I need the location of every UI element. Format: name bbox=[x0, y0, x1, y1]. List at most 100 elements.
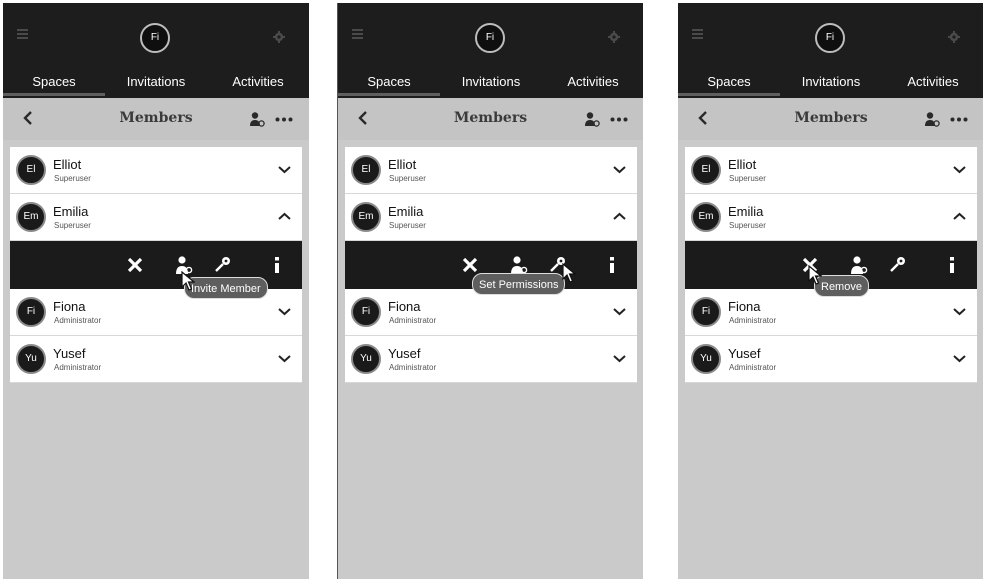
more-icon[interactable] bbox=[610, 117, 628, 122]
member-avatar: Fi bbox=[16, 297, 46, 327]
chevron-up-icon[interactable] bbox=[278, 212, 291, 221]
member-role: Administrator bbox=[54, 363, 102, 372]
member-avatar: Fi bbox=[351, 297, 381, 327]
user-avatar[interactable]: Fi bbox=[815, 23, 845, 53]
tooltip: Set Permissions bbox=[472, 273, 566, 295]
member-avatar: Fi bbox=[691, 297, 721, 327]
member-row[interactable]: Em Emilia Superuser bbox=[345, 194, 637, 241]
chevron-down-icon[interactable] bbox=[953, 354, 966, 363]
member-avatar: El bbox=[16, 155, 46, 185]
more-icon[interactable] bbox=[275, 117, 293, 122]
top-bar: Fi bbox=[678, 3, 983, 69]
tab-activities[interactable]: Activities bbox=[207, 74, 309, 96]
member-avatar: Yu bbox=[351, 344, 381, 374]
cursor-icon bbox=[808, 265, 822, 285]
member-role: Administrator bbox=[729, 316, 777, 325]
member-name: Fiona bbox=[388, 299, 421, 314]
member-name: Yusef bbox=[388, 346, 421, 361]
active-tab-indicator bbox=[3, 93, 105, 96]
top-bar: Fi bbox=[3, 3, 309, 69]
member-row[interactable]: Em Emilia Superuser bbox=[10, 194, 302, 241]
member-role: Administrator bbox=[389, 316, 437, 325]
user-icon[interactable] bbox=[509, 255, 529, 275]
members-header: Members bbox=[3, 98, 309, 140]
phone-screen: Fi Spaces Invitations Activities Members… bbox=[678, 3, 983, 579]
member-row[interactable]: Yu Yusef Administrator bbox=[345, 336, 637, 383]
member-name: Elliot bbox=[728, 157, 757, 172]
chevron-down-icon[interactable] bbox=[278, 354, 291, 363]
chevron-down-icon[interactable] bbox=[613, 165, 626, 174]
phone-screen: Fi Spaces Invitations Activities Members… bbox=[337, 3, 643, 579]
user-avatar[interactable]: Fi bbox=[475, 23, 505, 53]
tab-invitations[interactable]: Invitations bbox=[105, 74, 207, 96]
key-icon[interactable] bbox=[213, 255, 233, 275]
member-list: El Elliot Superuser Em Emilia Superuser bbox=[685, 147, 977, 383]
more-icon[interactable] bbox=[950, 117, 968, 122]
member-name: Fiona bbox=[53, 299, 86, 314]
member-avatar: El bbox=[691, 155, 721, 185]
member-avatar: El bbox=[351, 155, 381, 185]
menu-icon[interactable] bbox=[692, 29, 703, 40]
chevron-up-icon[interactable] bbox=[953, 212, 966, 221]
member-row[interactable]: Em Emilia Superuser bbox=[685, 194, 977, 241]
member-name: Elliot bbox=[388, 157, 417, 172]
member-avatar: Yu bbox=[16, 344, 46, 374]
member-role: Administrator bbox=[729, 363, 777, 372]
member-name: Elliot bbox=[53, 157, 82, 172]
key-icon[interactable] bbox=[888, 255, 908, 275]
active-tab-indicator bbox=[678, 93, 780, 96]
gear-icon[interactable] bbox=[273, 31, 285, 43]
info-icon[interactable] bbox=[602, 255, 622, 275]
gear-icon[interactable] bbox=[608, 31, 620, 43]
add-user-icon[interactable] bbox=[924, 111, 940, 127]
menu-icon[interactable] bbox=[352, 29, 363, 40]
chevron-down-icon[interactable] bbox=[613, 354, 626, 363]
member-name: Emilia bbox=[728, 204, 764, 219]
tab-activities[interactable]: Activities bbox=[882, 74, 983, 96]
info-icon[interactable] bbox=[267, 255, 287, 275]
tooltip: Remove bbox=[814, 275, 869, 297]
member-name: Fiona bbox=[728, 299, 761, 314]
gear-icon[interactable] bbox=[948, 31, 960, 43]
member-name: Yusef bbox=[53, 346, 86, 361]
top-bar: Fi bbox=[338, 3, 643, 69]
member-avatar: Em bbox=[691, 202, 721, 232]
info-icon[interactable] bbox=[942, 255, 962, 275]
menu-icon[interactable] bbox=[17, 29, 28, 40]
tab-invitations[interactable]: Invitations bbox=[780, 74, 882, 96]
member-role: Superuser bbox=[54, 221, 91, 230]
member-role: Superuser bbox=[389, 221, 426, 230]
member-avatar: Yu bbox=[691, 344, 721, 374]
user-avatar[interactable]: Fi bbox=[140, 23, 170, 53]
chevron-up-icon[interactable] bbox=[613, 212, 626, 221]
chevron-down-icon[interactable] bbox=[953, 307, 966, 316]
members-header: Members bbox=[678, 98, 983, 140]
cursor-icon bbox=[181, 271, 195, 291]
add-user-icon[interactable] bbox=[249, 111, 265, 127]
member-name: Yusef bbox=[728, 346, 761, 361]
cursor-icon bbox=[562, 263, 576, 283]
member-row[interactable]: Yu Yusef Administrator bbox=[10, 336, 302, 383]
tab-activities[interactable]: Activities bbox=[542, 74, 643, 96]
close-icon[interactable] bbox=[460, 255, 480, 275]
chevron-down-icon[interactable] bbox=[278, 165, 291, 174]
add-user-icon[interactable] bbox=[584, 111, 600, 127]
member-row[interactable]: Fi Fiona Administrator bbox=[345, 289, 637, 336]
member-role: Superuser bbox=[54, 174, 91, 183]
member-name: Emilia bbox=[53, 204, 89, 219]
member-role: Administrator bbox=[389, 363, 437, 372]
member-role: Superuser bbox=[389, 174, 426, 183]
close-icon[interactable] bbox=[125, 255, 145, 275]
chevron-down-icon[interactable] bbox=[613, 307, 626, 316]
member-row[interactable]: Yu Yusef Administrator bbox=[685, 336, 977, 383]
tab-invitations[interactable]: Invitations bbox=[440, 74, 542, 96]
member-row[interactable]: El Elliot Superuser bbox=[685, 147, 977, 194]
user-icon[interactable] bbox=[849, 255, 869, 275]
member-list: El Elliot Superuser Em Emilia Superuser bbox=[345, 147, 637, 383]
member-avatar: Em bbox=[351, 202, 381, 232]
member-row[interactable]: El Elliot Superuser bbox=[10, 147, 302, 194]
member-role: Superuser bbox=[729, 174, 766, 183]
chevron-down-icon[interactable] bbox=[953, 165, 966, 174]
chevron-down-icon[interactable] bbox=[278, 307, 291, 316]
member-row[interactable]: El Elliot Superuser bbox=[345, 147, 637, 194]
